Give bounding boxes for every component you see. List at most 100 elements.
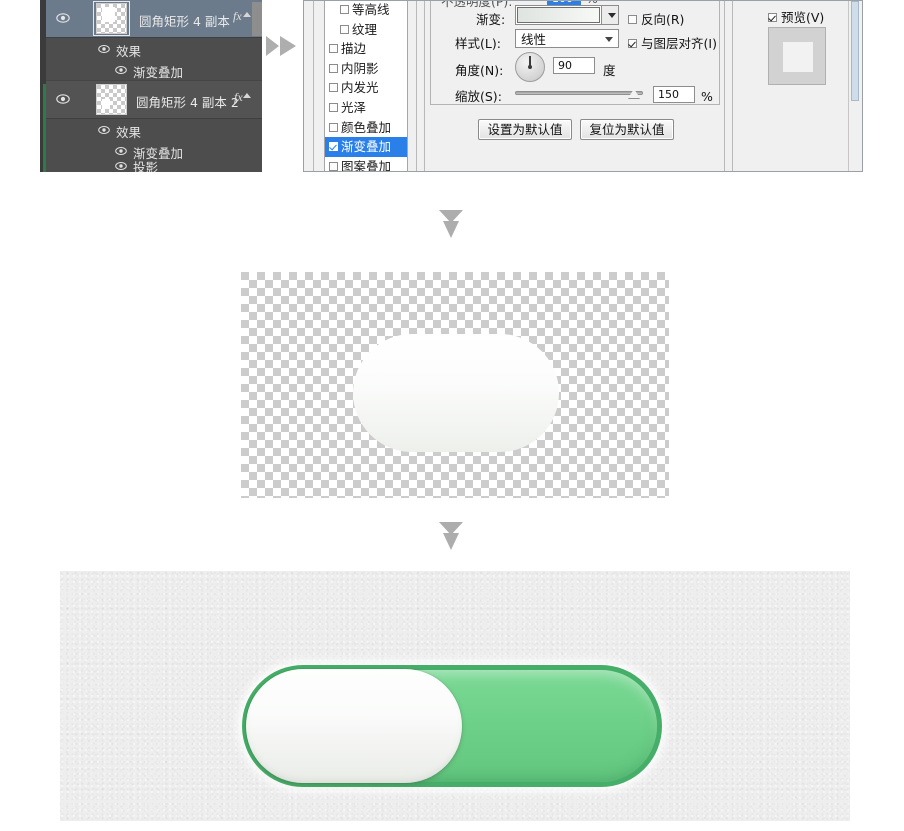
scrollbar-thumb[interactable]	[252, 2, 262, 36]
effect-option-label: 纹理	[352, 21, 378, 37]
gradient-swatch[interactable]	[517, 7, 600, 23]
checkbox[interactable]	[628, 39, 637, 48]
checkbox[interactable]	[340, 5, 349, 14]
layer-thumbnail[interactable]	[96, 84, 127, 115]
checkbox[interactable]	[329, 102, 338, 112]
divider	[424, 1, 425, 171]
effect-option-label: 渐变叠加	[341, 139, 392, 155]
scale-input[interactable]: 150	[653, 86, 695, 103]
white-gradient-pill-shape	[353, 334, 559, 452]
effect-option-label: 内发光	[341, 80, 379, 96]
reset-to-default-button[interactable]: 复位为默认值	[580, 119, 674, 140]
eye-icon[interactable]	[98, 44, 110, 54]
toggle-switch[interactable]	[242, 665, 662, 787]
effect-option-label: 等高线	[352, 2, 390, 17]
toggle-knob[interactable]	[246, 669, 462, 783]
list-item[interactable]: 渐变叠加	[46, 59, 262, 81]
list-item[interactable]: 效果	[46, 38, 262, 60]
dial-hub	[528, 65, 532, 69]
double-right-arrow-icon	[265, 33, 299, 64]
table-row[interactable]: 圆角矩形 4 副本 fx	[46, 0, 262, 38]
list-item[interactable]: 效果	[46, 119, 262, 141]
preview-label: 预览(V)	[781, 10, 825, 25]
eye-icon[interactable]	[56, 93, 70, 105]
preview-column: 预览(V)	[756, 1, 862, 171]
preview-thumbnail	[768, 27, 826, 85]
effect-option-yansediejia[interactable]: 颜色叠加	[325, 118, 407, 138]
checkbox[interactable]	[329, 83, 338, 93]
checkbox[interactable]	[340, 24, 349, 34]
eye-icon[interactable]	[115, 146, 127, 156]
effect-option-label: 光泽	[341, 99, 367, 115]
gradient-label: 渐变:	[476, 12, 506, 27]
effect-label: 渐变叠加	[133, 65, 184, 80]
effect-option-neifaguang[interactable]: 内发光	[325, 78, 407, 98]
scrollbar[interactable]	[848, 1, 861, 171]
effect-group-label: 效果	[116, 125, 142, 140]
layer-name: 圆角矩形 4 副本	[139, 14, 230, 29]
gradient-picker[interactable]	[515, 5, 619, 25]
checkbox[interactable]	[768, 13, 777, 22]
checkbox[interactable]	[329, 142, 338, 152]
scale-slider-knob[interactable]	[628, 89, 640, 98]
list-item[interactable]: 投影	[46, 160, 262, 172]
scrollbar-thumb[interactable]	[851, 1, 859, 101]
set-as-default-button[interactable]: 设置为默认值	[478, 119, 572, 140]
chevron-down-icon	[605, 36, 613, 42]
eye-icon[interactable]	[98, 125, 110, 135]
effect-option-tuanandiejia[interactable]: 图案叠加	[325, 157, 407, 172]
eye-icon[interactable]	[115, 65, 127, 75]
style-select[interactable]: 线性	[515, 29, 619, 48]
angle-input[interactable]: 90	[553, 57, 595, 74]
angle-unit: 度	[603, 63, 616, 78]
eye-icon[interactable]	[115, 161, 127, 171]
checkbox[interactable]	[329, 161, 338, 171]
thumbnail-shape	[102, 99, 110, 109]
effect-group-label: 效果	[116, 44, 142, 59]
scale-unit: %	[701, 89, 713, 104]
checkbox[interactable]	[329, 63, 338, 73]
divider	[313, 1, 314, 171]
angle-dial[interactable]	[515, 52, 545, 82]
align-with-layer-checkbox-row[interactable]: 与图层对齐(I)	[628, 33, 717, 52]
checkbox[interactable]	[329, 122, 338, 132]
chevron-down-icon	[608, 13, 616, 18]
layers-panel[interactable]: 圆角矩形 4 副本 fx 效果 渐变叠加 圆角矩形 4 副本 2 fx 效果 渐…	[40, 0, 262, 172]
reverse-checkbox-row[interactable]: 反向(R)	[628, 9, 684, 28]
down-arrow-icon	[428, 520, 474, 552]
checkbox[interactable]	[621, 0, 630, 1]
divider	[416, 1, 417, 171]
eye-icon[interactable]	[56, 12, 70, 24]
transparent-canvas	[241, 272, 669, 498]
effect-option-label: 颜色叠加	[341, 119, 392, 135]
layer-name: 圆角矩形 4 副本 2	[136, 95, 239, 110]
chevron-up-icon[interactable]	[243, 93, 251, 98]
effect-option-jianbiandiejia[interactable]: 渐变叠加	[325, 137, 407, 157]
checkbox[interactable]	[628, 15, 637, 24]
effect-option-wenli[interactable]: 纹理	[325, 20, 407, 40]
divider	[732, 1, 733, 171]
preview-thumbnail-shape	[783, 42, 813, 72]
layer-thumbnail[interactable]	[96, 3, 127, 34]
checkbox[interactable]	[329, 44, 338, 54]
effect-option-miaobian[interactable]: 描边	[325, 39, 407, 59]
thumbnail-shape	[102, 7, 115, 22]
layer-effects-fx-icon[interactable]: fx	[234, 90, 243, 105]
scale-label: 缩放(S):	[455, 89, 502, 104]
effects-list[interactable]: 等高线 纹理 描边 内阴影 内发光 光泽 颜色叠加 渐变叠加 图案叠加	[324, 1, 408, 172]
effect-option-neiyinying[interactable]: 内阴影	[325, 59, 407, 79]
layer-effects-fx-icon[interactable]: fx	[233, 9, 242, 24]
effect-option-guangze[interactable]: 光泽	[325, 98, 407, 118]
layer-style-dialog[interactable]: 等高线 纹理 描边 内阴影 内发光 光泽 颜色叠加 渐变叠加 图案叠加 不透明度…	[303, 0, 863, 172]
scale-slider-track[interactable]	[515, 91, 643, 95]
effect-option-label: 图案叠加	[341, 158, 392, 172]
divider	[724, 1, 725, 171]
chevron-up-icon[interactable]	[243, 12, 251, 17]
effect-option-dengaoxian[interactable]: 等高线	[325, 1, 407, 20]
reverse-label: 反向(R)	[641, 12, 685, 27]
table-row[interactable]: 圆角矩形 4 副本 2 fx	[46, 81, 262, 172]
gradient-overlay-settings-group: 不透明度(P): 100 % 渐变: 反向(R) 样式(L): 线性 与图层对齐…	[430, 0, 720, 105]
down-arrow-icon	[428, 208, 474, 240]
style-label: 样式(L):	[455, 36, 501, 51]
preview-checkbox-row[interactable]: 预览(V)	[768, 7, 824, 26]
